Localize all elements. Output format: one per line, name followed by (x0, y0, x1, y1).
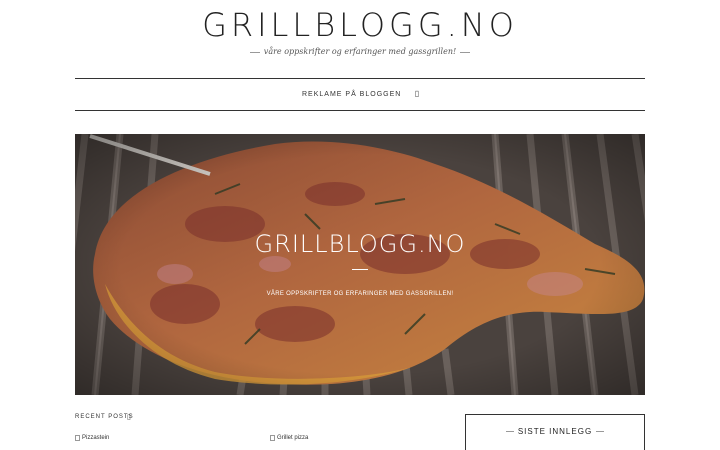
post-thumbnail-pizzastein[interactable]: Pizzastein (75, 435, 109, 441)
title-dash-right (596, 431, 605, 433)
broken-image-icon (75, 435, 80, 441)
post-thumbnail-grillet-pizza[interactable]: Grillet pizza (270, 435, 308, 441)
tagline-dash-left (249, 51, 260, 53)
search-icon[interactable]: ▯ (412, 89, 422, 101)
hero-subtitle: VÅRE OPPSKRIFTER OG ERFARINGER MED GASSG… (266, 291, 454, 297)
broken-image-icon (270, 435, 275, 441)
tagline-text: våre oppskrifter og erfaringer med gassg… (263, 47, 457, 56)
site-title[interactable]: GRILLBLOGG.NO (0, 6, 720, 44)
sidebar-widget-title: SISTE INNLEGG (466, 427, 644, 436)
tagline-dash-right (460, 51, 471, 53)
widget-title-text: SISTE INNLEGG (517, 427, 593, 436)
hero-grill-image (75, 134, 645, 395)
thumbnail-alt-text: Pizzastein (82, 435, 110, 441)
hero-divider (352, 269, 368, 270)
hero-title: GRILLBLOGG.NO (254, 230, 466, 258)
chevron-icon[interactable]: ▯ (127, 413, 131, 421)
nav-item-reklame[interactable]: REKLAME PÅ BLOGGEN (302, 91, 401, 98)
thumbnail-alt-text: Grillet pizza (277, 435, 309, 441)
hero-banner[interactable]: GRILLBLOGG.NO VÅRE OPPSKRIFTER OG ERFARI… (75, 134, 645, 395)
main-navigation: REKLAME PÅ BLOGGEN ▯ (75, 78, 645, 111)
site-tagline: våre oppskrifter og erfaringer med gassg… (0, 47, 720, 56)
sidebar-widget: SISTE INNLEGG (465, 414, 645, 450)
recent-posts-heading: RECENT POSTS (75, 414, 134, 420)
title-dash-left (505, 431, 514, 433)
